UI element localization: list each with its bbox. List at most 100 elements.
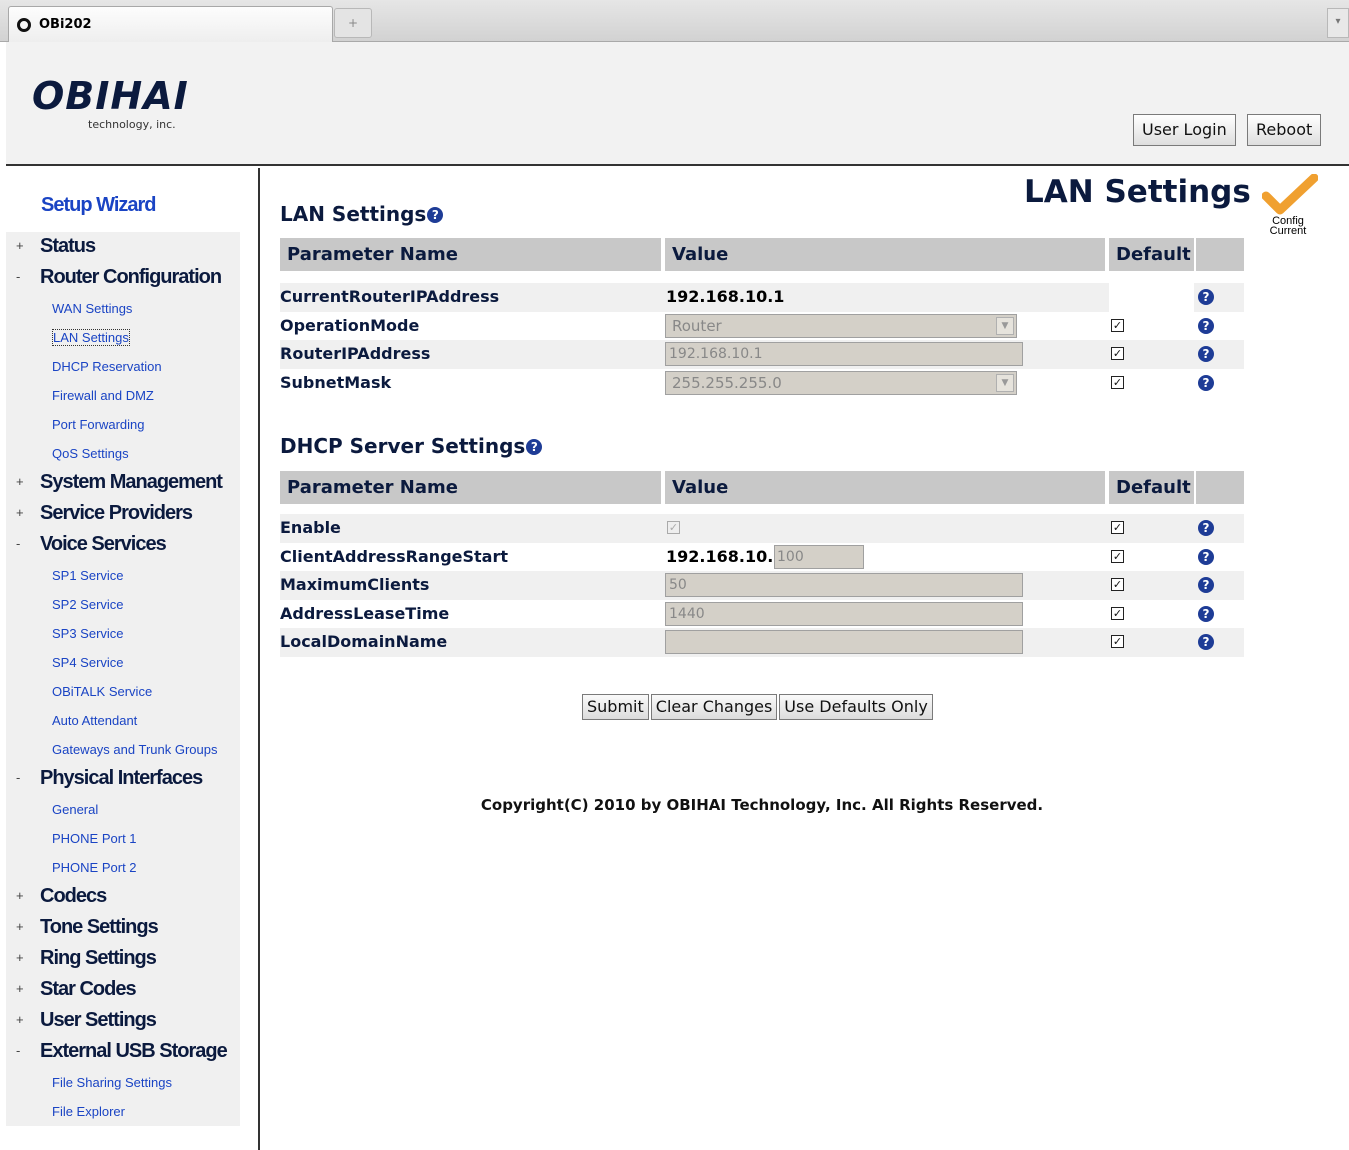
table-row: Enable ✓ ✓ ? <box>280 514 1244 543</box>
column-header-help <box>1196 238 1244 271</box>
sidebar-category-tone-settings[interactable]: + Tone Settings <box>6 913 240 944</box>
sidebar-item-file-sharing-settings[interactable]: File Sharing Settings <box>6 1068 240 1097</box>
router-ip-address-input[interactable]: 192.168.10.1 <box>665 342 1023 367</box>
sidebar-category-user-settings[interactable]: + User Settings <box>6 1006 240 1037</box>
expand-icon[interactable]: + <box>16 232 24 260</box>
category-label: Star Codes <box>40 978 137 1000</box>
help-icon[interactable]: ? <box>1198 317 1214 334</box>
config-current-checkmark-icon <box>1262 174 1318 215</box>
expand-icon[interactable]: + <box>16 913 24 941</box>
help-icon[interactable]: ? <box>1198 346 1214 363</box>
table-row: SubnetMask 255.255.255.0 ▼ ✓ ? <box>280 369 1244 398</box>
sidebar-category-system-management[interactable]: + System Management <box>6 468 240 499</box>
client-range-start-input[interactable]: 100 <box>774 544 864 569</box>
collapse-icon[interactable]: - <box>16 1037 20 1065</box>
category-label: Ring Settings <box>40 947 157 969</box>
sidebar-category-codecs[interactable]: + Codecs <box>6 882 240 913</box>
sidebar-item-gateways-trunk-groups[interactable]: Gateways and Trunk Groups <box>6 735 240 764</box>
column-header-default: Default <box>1109 471 1194 504</box>
default-checkbox[interactable]: ✓ <box>1111 521 1124 534</box>
browser-tab[interactable]: OBi202 <box>8 6 333 42</box>
user-login-button[interactable]: User Login <box>1133 114 1236 146</box>
copyright-notice: Copyright(C) 2010 by OBIHAI Technology, … <box>480 796 1044 814</box>
submit-button[interactable]: Submit <box>582 694 649 720</box>
sidebar-category-physical-interfaces[interactable]: - Physical Interfaces <box>6 764 240 795</box>
help-icon[interactable]: ? <box>1198 289 1214 305</box>
default-checkbox[interactable]: ✓ <box>1111 549 1124 563</box>
setup-wizard-link[interactable]: Setup Wizard <box>41 194 156 217</box>
collapse-icon[interactable]: - <box>16 263 20 291</box>
param-name: MaximumClients <box>280 575 430 595</box>
default-checkbox[interactable]: ✓ <box>1111 606 1124 620</box>
local-domain-name-input[interactable] <box>665 630 1023 655</box>
sidebar-nav: + Status - Router Configuration WAN Sett… <box>6 232 240 1126</box>
sidebar-item-wan-settings[interactable]: WAN Settings <box>6 294 240 323</box>
expand-icon[interactable]: + <box>16 1006 24 1034</box>
sidebar-item-sp1-service[interactable]: SP1 Service <box>6 561 240 590</box>
help-icon[interactable]: ? <box>427 207 444 223</box>
column-header-value: Value <box>665 471 1105 504</box>
expand-icon[interactable]: + <box>16 944 24 972</box>
default-checkbox[interactable]: ✓ <box>1111 318 1124 332</box>
config-status-label: Config Current <box>1269 215 1307 237</box>
expand-icon[interactable]: + <box>16 499 24 527</box>
help-icon[interactable]: ? <box>1198 520 1214 536</box>
default-checkbox[interactable]: ✓ <box>1111 578 1124 592</box>
sidebar-item-sp2-service[interactable]: SP2 Service <box>6 590 240 619</box>
physical-interfaces-items: General PHONE Port 1 PHONE Port 2 <box>6 795 240 882</box>
sidebar-item-general[interactable]: General <box>6 795 240 824</box>
sidebar-item-file-explorer[interactable]: File Explorer <box>6 1097 240 1126</box>
default-checkbox[interactable]: ✓ <box>1111 347 1124 361</box>
sidebar-item-sp4-service[interactable]: SP4 Service <box>6 648 240 677</box>
sidebar-item-port-forwarding[interactable]: Port Forwarding <box>6 410 240 439</box>
lan-settings-table: Parameter Name Value Default CurrentRout… <box>280 238 1244 397</box>
sidebar-item-firewall-dmz[interactable]: Firewall and DMZ <box>6 381 240 410</box>
main-content: LAN Settings Config Current LAN Settings… <box>262 168 1349 1150</box>
dhcp-enable-checkbox[interactable]: ✓ <box>667 521 680 534</box>
sidebar-category-status[interactable]: + Status <box>6 232 240 263</box>
sidebar-item-lan-settings[interactable]: LAN Settings <box>6 323 240 352</box>
sidebar-category-ring-settings[interactable]: + Ring Settings <box>6 944 240 975</box>
use-defaults-only-button[interactable]: Use Defaults Only <box>779 694 933 720</box>
sidebar-item-sp3-service[interactable]: SP3 Service <box>6 619 240 648</box>
expand-icon[interactable]: + <box>16 468 24 496</box>
dhcp-settings-table: Parameter Name Value Default Enable ✓ ✓ … <box>280 471 1244 657</box>
address-lease-time-input[interactable]: 1440 <box>665 601 1023 626</box>
category-label: Codecs <box>40 885 107 907</box>
new-tab-button[interactable]: + <box>334 8 372 38</box>
help-icon[interactable]: ? <box>1198 634 1214 651</box>
sidebar-item-qos-settings[interactable]: QoS Settings <box>6 439 240 468</box>
collapse-icon[interactable]: - <box>16 530 20 558</box>
help-icon[interactable]: ? <box>1198 577 1214 594</box>
sidebar-category-router-configuration[interactable]: - Router Configuration <box>6 263 240 294</box>
tab-list-dropdown-icon[interactable]: ▾ <box>1327 8 1349 38</box>
subnet-mask-select[interactable]: 255.255.255.0 ▼ <box>665 370 1017 395</box>
table-header: Parameter Name Value Default <box>280 238 1244 271</box>
category-label: External USB Storage <box>40 1040 228 1062</box>
param-name: CurrentRouterIPAddress <box>280 287 500 306</box>
default-checkbox[interactable]: ✓ <box>1111 635 1124 649</box>
sidebar-item-auto-attendant[interactable]: Auto Attendant <box>6 706 240 735</box>
maximum-clients-input[interactable]: 50 <box>665 573 1023 598</box>
operation-mode-select[interactable]: Router ▼ <box>665 313 1017 338</box>
sidebar-category-external-usb-storage[interactable]: - External USB Storage <box>6 1037 240 1068</box>
help-icon[interactable]: ? <box>1198 374 1214 391</box>
help-icon[interactable]: ? <box>1198 605 1214 622</box>
sidebar-category-voice-services[interactable]: - Voice Services <box>6 530 240 561</box>
clear-changes-button[interactable]: Clear Changes <box>650 694 778 720</box>
expand-icon[interactable]: + <box>16 975 24 1003</box>
category-label: Tone Settings <box>40 916 159 938</box>
sidebar-item-phone-port-2[interactable]: PHONE Port 2 <box>6 853 240 882</box>
sidebar-item-phone-port-1[interactable]: PHONE Port 1 <box>6 824 240 853</box>
obihai-favicon-icon <box>17 17 31 32</box>
default-checkbox[interactable]: ✓ <box>1111 375 1124 389</box>
sidebar-category-service-providers[interactable]: + Service Providers <box>6 499 240 530</box>
sidebar-item-obitalk-service[interactable]: OBiTALK Service <box>6 677 240 706</box>
sidebar-category-star-codes[interactable]: + Star Codes <box>6 975 240 1006</box>
sidebar-item-dhcp-reservation[interactable]: DHCP Reservation <box>6 352 240 381</box>
help-icon[interactable]: ? <box>526 439 543 455</box>
expand-icon[interactable]: + <box>16 882 24 910</box>
collapse-icon[interactable]: - <box>16 764 20 792</box>
reboot-button[interactable]: Reboot <box>1247 114 1322 146</box>
help-icon[interactable]: ? <box>1198 548 1214 565</box>
